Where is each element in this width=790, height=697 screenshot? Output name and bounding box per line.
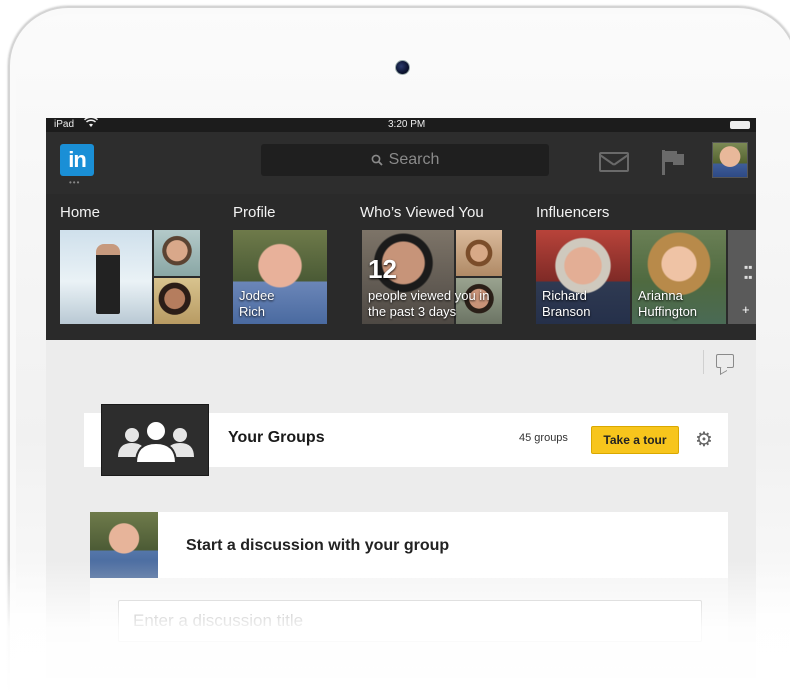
groups-count: 45 groups	[519, 432, 568, 444]
battery-icon	[730, 121, 750, 129]
wifi-icon	[83, 118, 99, 131]
profile-label[interactable]: Profile	[233, 204, 276, 221]
avatar[interactable]	[712, 142, 748, 178]
status-time: 3:20 PM	[388, 119, 426, 130]
profile-name: Jodee Rich	[239, 288, 275, 319]
home-photo-main	[60, 230, 152, 324]
logo-menu-dots[interactable]: •••	[69, 178, 80, 187]
top-nav: in ••• Search	[46, 132, 756, 194]
influencer-name: Arianna Huffington	[638, 288, 698, 319]
influencers-label[interactable]: Influencers	[536, 204, 609, 221]
chat-icon[interactable]	[716, 354, 734, 368]
plus-icon: +	[742, 302, 750, 317]
device-label: iPad	[54, 119, 75, 130]
discussion-title: Start a discussion with your group	[186, 537, 450, 554]
whos-viewed-tile[interactable]: 12 people viewed you in the past 3 days	[362, 230, 502, 324]
status-bar: iPad 3:20 PM	[46, 118, 756, 132]
divider	[703, 350, 704, 374]
home-tile[interactable]	[60, 230, 200, 324]
influencer-tile[interactable]: Richard Branson	[536, 230, 630, 324]
camera	[395, 60, 410, 75]
viewer-photo-small	[456, 230, 502, 276]
more-influencers-tile[interactable]: ▪▪ ▪▪ +	[728, 230, 756, 324]
grid-icon: ▪▪ ▪▪	[744, 260, 753, 284]
groups-icon	[101, 404, 209, 476]
viewed-caption: people viewed you in the past 3 days	[368, 288, 490, 319]
home-photo-small	[154, 278, 200, 324]
mail-icon[interactable]	[599, 152, 629, 172]
linkedin-logo[interactable]: in	[60, 144, 94, 176]
search-icon	[371, 154, 383, 166]
search-placeholder: Search	[388, 151, 440, 168]
home-photo-small	[154, 230, 200, 276]
gear-icon[interactable]: ⚙	[695, 427, 713, 452]
whos-viewed-label[interactable]: Who’s Viewed You	[360, 204, 484, 221]
viewed-count: 12	[368, 254, 397, 284]
bottom-fade	[0, 560, 790, 697]
influencer-name: Richard Branson	[542, 288, 591, 319]
flag-icon[interactable]	[660, 148, 686, 176]
influencer-tile[interactable]: Arianna Huffington	[632, 230, 726, 324]
search-input[interactable]: Search	[261, 144, 549, 176]
profile-tile[interactable]: Jodee Rich	[233, 230, 327, 324]
your-groups-title: Your Groups	[228, 429, 325, 446]
home-label[interactable]: Home	[60, 204, 100, 221]
take-a-tour-button[interactable]: Take a tour	[591, 426, 679, 454]
